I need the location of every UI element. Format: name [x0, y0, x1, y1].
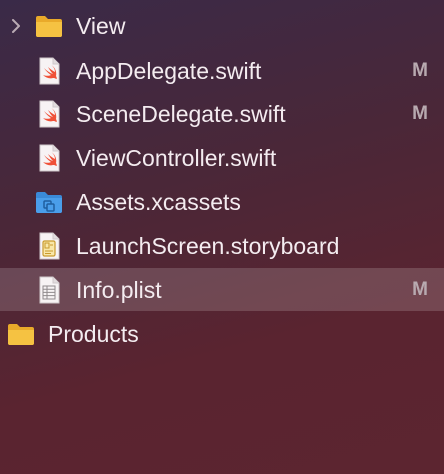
navigator-row-label: SceneDelegate.swift	[76, 100, 286, 127]
navigator-row-assets[interactable]: Assets.xcassets	[0, 180, 444, 223]
navigator-row-info-plist[interactable]: Info.plist M	[0, 268, 444, 311]
navigator-row-appdelegate[interactable]: AppDelegate.swift M	[0, 49, 444, 92]
navigator-row-label: LaunchScreen.storyboard	[76, 232, 340, 259]
navigator-row-label: AppDelegate.swift	[76, 57, 262, 84]
navigator-row-products[interactable]: Products	[0, 312, 444, 355]
modified-status-badge: M	[412, 278, 428, 300]
navigator-row-label: Assets.xcassets	[76, 188, 241, 215]
swift-file-icon	[35, 57, 63, 85]
storyboard-icon	[35, 232, 63, 260]
navigator-row-label: View	[76, 12, 126, 39]
disclosure-chevron-icon[interactable]	[8, 18, 24, 34]
modified-status-badge: M	[412, 59, 428, 81]
folder-icon	[35, 12, 63, 40]
folder-icon	[7, 320, 35, 348]
swift-file-icon	[35, 100, 63, 128]
project-navigator: View AppDelegate.swift M SceneDelegate.s…	[0, 0, 444, 474]
navigator-row-label: Info.plist	[76, 276, 162, 303]
plist-file-icon	[35, 276, 63, 304]
swift-file-icon	[35, 144, 63, 172]
navigator-row-launchscreen[interactable]: LaunchScreen.storyboard	[0, 224, 444, 267]
navigator-row-label: ViewController.swift	[76, 144, 277, 171]
navigator-row-scenedelegate[interactable]: SceneDelegate.swift M	[0, 92, 444, 135]
navigator-row-viewcontroller[interactable]: ViewController.swift	[0, 136, 444, 179]
navigator-row-view[interactable]: View	[0, 4, 444, 47]
modified-status-badge: M	[412, 102, 428, 124]
navigator-row-label: Products	[48, 320, 139, 347]
asset-catalog-icon	[35, 188, 63, 216]
